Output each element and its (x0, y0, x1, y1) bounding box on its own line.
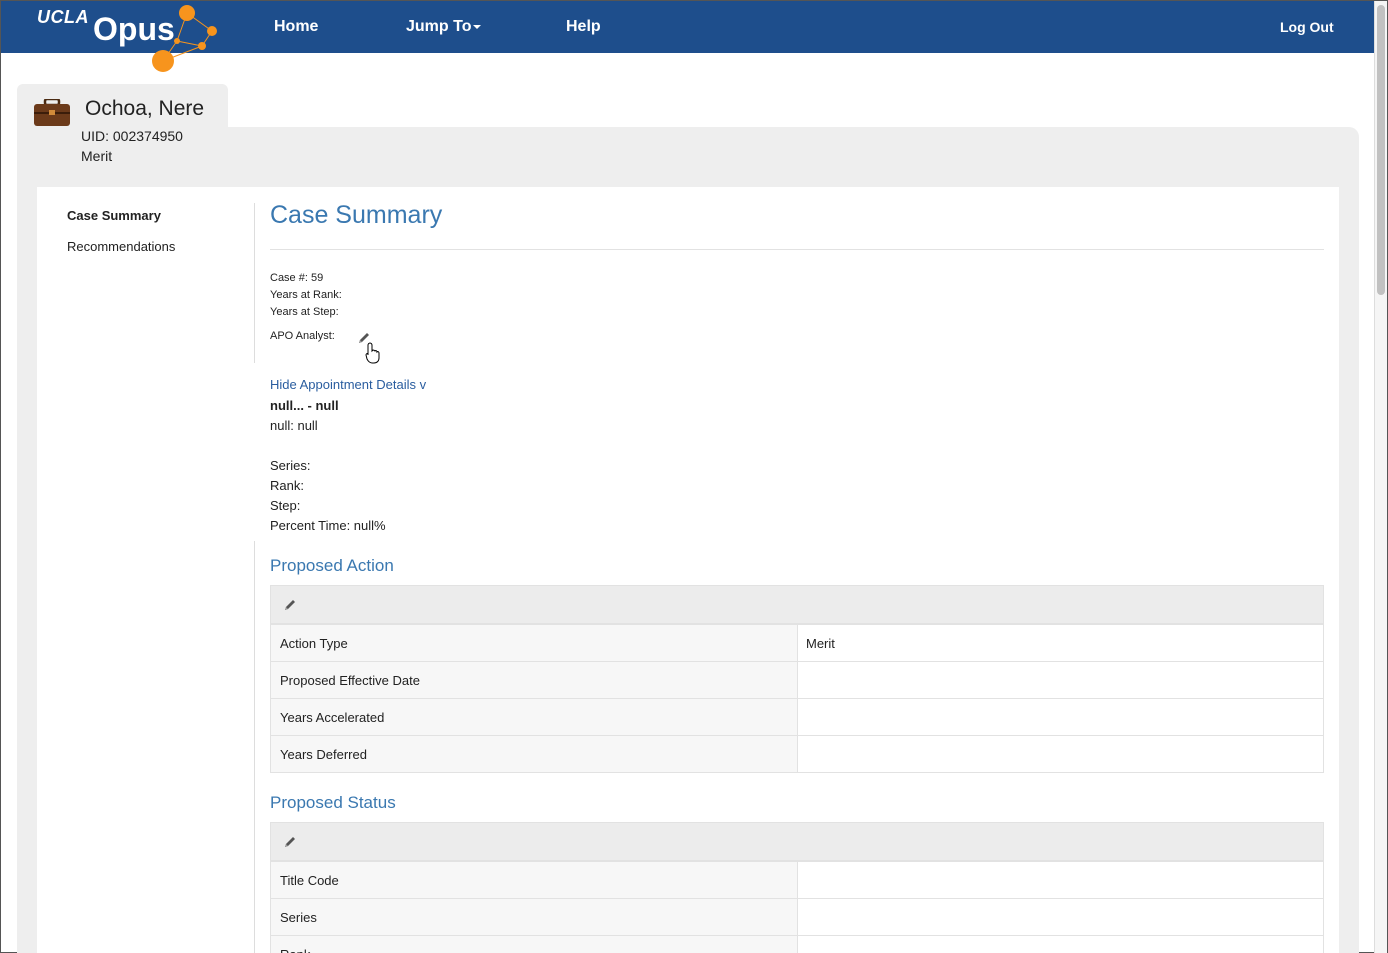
table-row: Years Deferred (271, 735, 1323, 772)
row-label: Years Accelerated (271, 699, 798, 735)
edit-proposed-action-pencil-icon[interactable] (283, 598, 297, 612)
uid-label: UID: (81, 128, 109, 144)
proposed-action-table-header (271, 586, 1323, 624)
percent-time-line: Percent Time: null% (270, 518, 386, 533)
proposed-status-table: Title Code Series Rank (270, 822, 1324, 953)
scrollbar-thumb[interactable] (1377, 5, 1385, 295)
years-at-step: Years at Step: (270, 306, 339, 318)
row-label: Action Type (271, 625, 798, 661)
row-value (798, 736, 1323, 772)
sidebar-item-case-summary[interactable]: Case Summary (67, 208, 161, 223)
uid-line: UID: 002374950 (81, 128, 183, 144)
hand-cursor-icon (365, 342, 380, 364)
nav-jump-to-label: Jump To (406, 18, 472, 35)
nav-help-link[interactable]: Help (566, 18, 601, 36)
title-divider (270, 249, 1324, 250)
appointment-line: null: null (270, 418, 318, 433)
row-label: Rank (271, 936, 798, 953)
person-name: Ochoa, Nere (85, 97, 205, 120)
row-label: Proposed Effective Date (271, 662, 798, 698)
row-value (798, 699, 1323, 735)
sidebar-divider (254, 203, 255, 363)
row-value (798, 862, 1323, 898)
nav-home-link[interactable]: Home (274, 18, 318, 36)
proposed-status-title: Proposed Status (270, 793, 396, 812)
sidebar-item-recommendations[interactable]: Recommendations (67, 239, 175, 254)
table-row: Title Code (271, 861, 1323, 898)
briefcase-icon (34, 99, 70, 126)
table-row: Years Accelerated (271, 698, 1323, 735)
ucla-opus-logo[interactable]: UCLA Opus (37, 1, 227, 76)
row-value (798, 899, 1323, 935)
logo-opus-text: Opus (93, 11, 175, 47)
uid-value: 002374950 (112, 128, 183, 144)
row-label: Series (271, 899, 798, 935)
nav-jump-to-dropdown[interactable]: Jump To (406, 18, 482, 36)
row-label: Title Code (271, 862, 798, 898)
years-at-rank: Years at Rank: (270, 289, 342, 301)
page-scrollbar[interactable] (1374, 1, 1387, 953)
series-line: Series: (270, 458, 311, 473)
edit-proposed-status-pencil-icon[interactable] (283, 835, 297, 849)
row-value: Merit (798, 625, 1323, 661)
row-value (798, 662, 1323, 698)
logo-ucla-text: UCLA (37, 7, 89, 27)
rank-line: Rank: (270, 478, 304, 493)
apo-analyst-label: APO Analyst: (270, 330, 335, 342)
proposed-action-title: Proposed Action (270, 556, 394, 575)
caret-down-icon (473, 24, 482, 29)
page-title: Case Summary (270, 201, 443, 229)
table-row: Action Type Merit (271, 624, 1323, 661)
row-label: Years Deferred (271, 736, 798, 772)
appointment-title: null... - null (270, 398, 339, 413)
case-number: Case #: 59 (270, 272, 324, 284)
proposed-status-table-header (271, 823, 1323, 861)
log-out-link[interactable]: Log Out (1280, 19, 1334, 35)
top-nav-bar: UCLA Opus Home Jump To Help Log Out (1, 1, 1375, 72)
table-row: Rank (271, 935, 1323, 953)
table-row: Series (271, 898, 1323, 935)
row-value (798, 936, 1323, 953)
sidebar-divider-lower (254, 541, 255, 953)
proposed-action-table: Action Type Merit Proposed Effective Dat… (270, 585, 1324, 773)
table-row: Proposed Effective Date (271, 661, 1323, 698)
profile-action-type: Merit (81, 148, 113, 164)
hide-appointment-details-link[interactable]: Hide Appointment Details v (270, 377, 426, 392)
step-line: Step: (270, 498, 301, 513)
